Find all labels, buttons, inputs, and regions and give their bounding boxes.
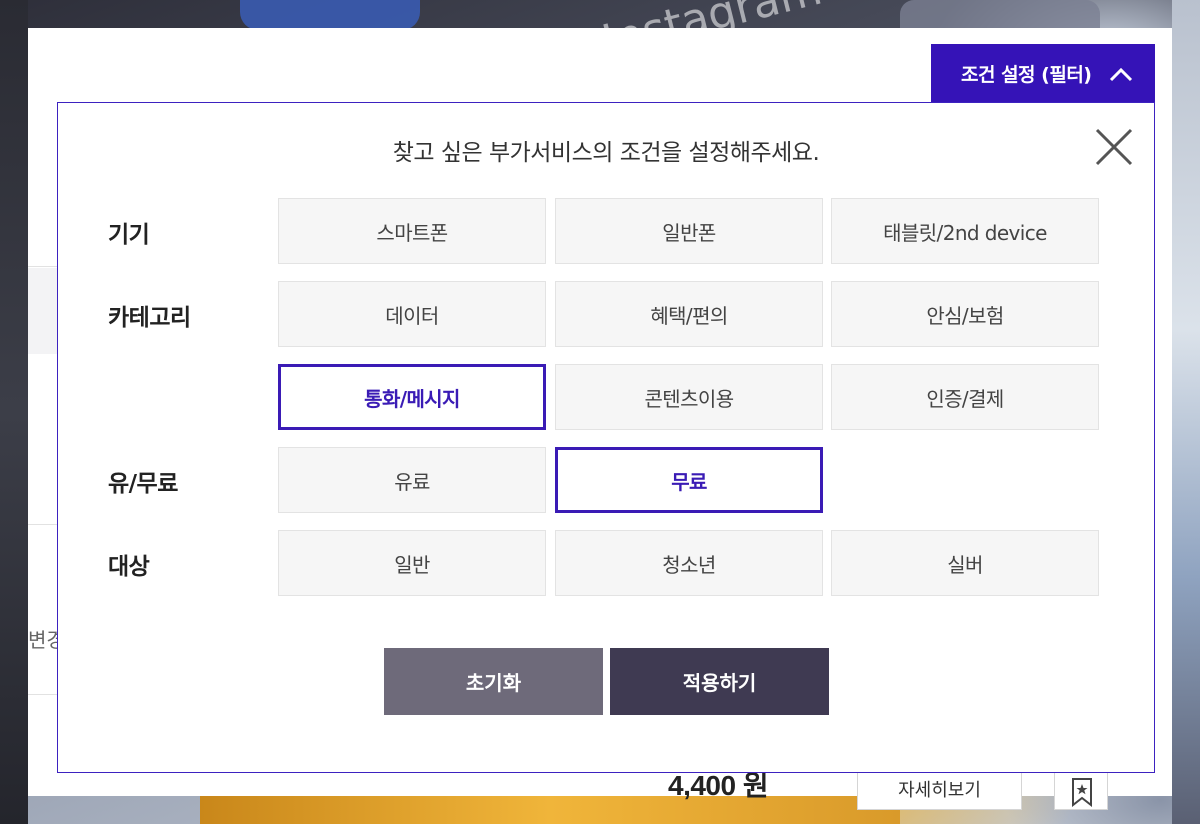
group-label-target: 대상	[108, 554, 150, 580]
background-app-icon	[240, 0, 420, 30]
option-free[interactable]: 무료	[555, 447, 823, 513]
modal-title: 찾고 싶은 부가서비스의 조건을 설정해주세요.	[392, 140, 820, 166]
option-youth[interactable]: 청소년	[555, 530, 823, 596]
filter-toggle-button[interactable]: 조건 설정 (필터)	[931, 44, 1155, 103]
option-smartphone[interactable]: 스마트폰	[278, 198, 546, 264]
bookmark-button[interactable]	[1054, 770, 1108, 810]
option-auth-payment[interactable]: 인증/결제	[831, 364, 1099, 430]
option-feature-phone[interactable]: 일반폰	[555, 198, 823, 264]
filter-modal: 찾고 싶은 부가서비스의 조건을 설정해주세요. 기기 카테고리 유/무료 대상…	[57, 102, 1155, 773]
bookmark-star-icon	[1072, 778, 1092, 807]
option-paid[interactable]: 유료	[278, 447, 546, 513]
reset-button[interactable]: 초기화	[384, 648, 603, 715]
group-label-category: 카테고리	[108, 305, 191, 331]
option-safety-insurance[interactable]: 안심/보험	[831, 281, 1099, 347]
chevron-up-icon	[1109, 67, 1133, 82]
background-edge-left	[0, 0, 28, 824]
group-label-device: 기기	[108, 222, 150, 248]
option-general[interactable]: 일반	[278, 530, 546, 596]
detail-button[interactable]: 자세히보기	[857, 770, 1022, 810]
close-icon	[1095, 128, 1133, 166]
option-silver[interactable]: 실버	[831, 530, 1099, 596]
option-tablet[interactable]: 태블릿/2nd device	[831, 198, 1099, 264]
option-content[interactable]: 콘텐츠이용	[555, 364, 823, 430]
background-orange-band	[200, 796, 900, 824]
filter-toggle-label: 조건 설정 (필터)	[961, 64, 1092, 86]
close-button[interactable]	[1094, 127, 1134, 167]
option-benefits[interactable]: 혜택/편의	[555, 281, 823, 347]
option-data[interactable]: 데이터	[278, 281, 546, 347]
option-call-message[interactable]: 통화/메시지	[278, 364, 546, 430]
apply-button[interactable]: 적용하기	[610, 648, 829, 715]
group-label-price: 유/무료	[108, 471, 178, 497]
background-edge-right	[1172, 0, 1200, 824]
